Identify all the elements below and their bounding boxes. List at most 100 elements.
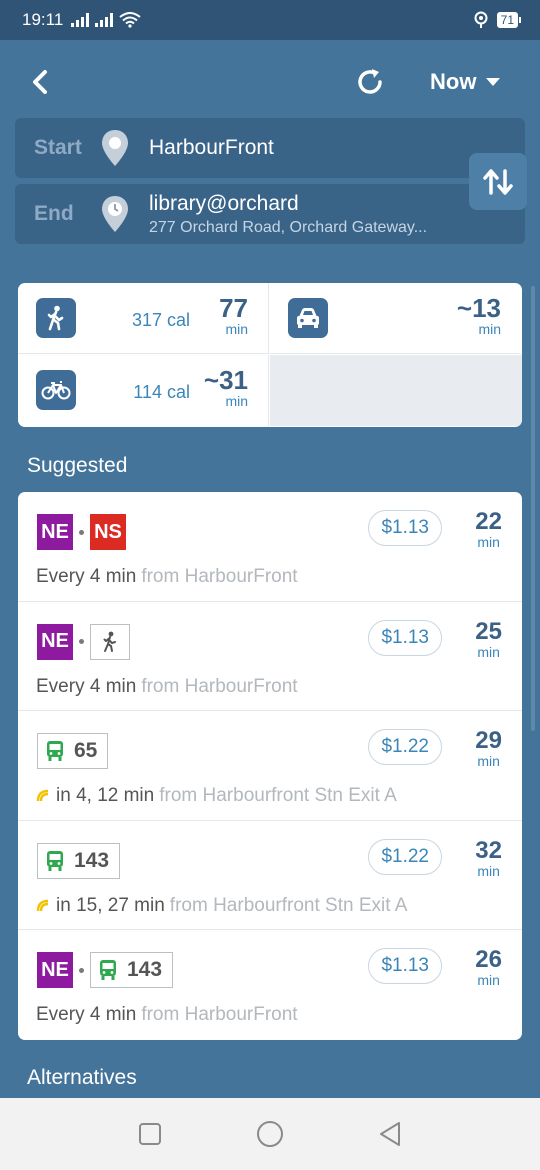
route-item[interactable]: NE $1.13 25 min Every 4 min from Harbour… xyxy=(18,602,522,712)
bus-number: 65 xyxy=(74,739,98,763)
route-duration-value: 22 xyxy=(475,508,502,535)
route-origin: from Harbourfront Stn Exit A xyxy=(159,785,397,807)
wifi-icon xyxy=(119,12,141,28)
route-info: in 4, 12 min from Harbourfront Stn Exit … xyxy=(36,785,397,807)
fare-pill: $1.22 xyxy=(368,729,442,766)
bus-icon xyxy=(100,960,116,981)
route-badges: NE NS xyxy=(37,514,126,550)
bus-icon xyxy=(47,850,63,871)
travel-modes-card: 317 cal 77 min ~13 min 114 cal ~31 min xyxy=(18,283,522,427)
signal-icon xyxy=(71,13,90,27)
end-label: End xyxy=(34,202,74,225)
taxi-icon xyxy=(288,298,328,338)
route-item[interactable]: NE NS $1.13 22 min Every 4 min from Harb… xyxy=(18,492,522,602)
walk-duration-value: 77 xyxy=(219,293,248,323)
fare-pill: $1.13 xyxy=(368,510,442,546)
route-duration: 25 min xyxy=(475,617,502,660)
fare-pill: $1.22 xyxy=(368,838,442,875)
bike-calories: 114 cal xyxy=(133,382,190,402)
route-origin: from HarbourFront xyxy=(141,566,298,587)
route-info: Every 4 min from HarbourFront xyxy=(36,566,298,588)
route-info: Every 4 min from HarbourFront xyxy=(36,1004,298,1026)
caret-down-icon xyxy=(486,78,501,86)
swap-button[interactable] xyxy=(469,153,527,210)
route-badges: 143 xyxy=(37,842,121,879)
end-value: library@orchard xyxy=(149,191,299,215)
status-bar: 19:11 71 xyxy=(0,0,540,40)
scrollbar[interactable] xyxy=(531,286,535,731)
route-item[interactable]: NE 143 $1.13 26 min Every 4 min from Har… xyxy=(18,930,522,1040)
route-frequency: in 15, 27 min xyxy=(56,894,165,916)
alternatives-heading: Alternatives xyxy=(27,1066,137,1089)
refresh-icon xyxy=(358,69,382,94)
route-item[interactable]: 65 $1.22 29 min in 4, 12 min from Harbou… xyxy=(18,711,522,821)
refresh-button[interactable] xyxy=(352,62,388,102)
start-field[interactable]: Start HarbourFront xyxy=(15,118,525,178)
bus-number: 143 xyxy=(127,958,163,982)
route-item[interactable]: 143 $1.22 32 min in 15, 27 min from Harb… xyxy=(18,821,522,931)
separator-dot xyxy=(79,967,84,973)
route-duration-value: 25 xyxy=(475,617,502,645)
status-time: 19:11 xyxy=(22,10,64,29)
separator-dot xyxy=(79,639,84,645)
walk-leg-icon xyxy=(90,623,130,660)
time-selector-dropdown[interactable]: Now xyxy=(430,66,501,98)
mode-taxi[interactable]: ~13 min xyxy=(270,283,521,354)
location-pin-icon xyxy=(95,128,135,168)
realtime-signal-icon xyxy=(36,789,49,802)
back-button[interactable] xyxy=(22,62,58,102)
circle-icon xyxy=(257,1121,283,1147)
route-duration-unit: min xyxy=(477,972,500,989)
route-duration-value: 26 xyxy=(475,946,502,974)
back-nav-button[interactable] xyxy=(370,1114,410,1154)
route-frequency: Every 4 min xyxy=(36,675,137,697)
realtime-signal-icon xyxy=(36,899,49,911)
taxi-duration-unit: min xyxy=(478,321,501,337)
bus-number: 143 xyxy=(74,848,110,872)
ns-line-badge: NS xyxy=(90,514,126,550)
taxi-duration-value: ~13 xyxy=(456,293,501,323)
route-duration: 22 min xyxy=(475,508,502,550)
route-info: Every 4 min from HarbourFront xyxy=(36,676,298,698)
route-duration-unit: min xyxy=(477,862,500,879)
route-duration-value: 32 xyxy=(475,836,502,864)
bus-icon xyxy=(47,741,63,762)
square-icon xyxy=(139,1123,161,1145)
mode-bike[interactable]: 114 cal ~31 min xyxy=(18,355,269,426)
top-bar: Now xyxy=(0,40,540,122)
clock-pin-icon xyxy=(95,194,135,234)
bike-duration-unit: min xyxy=(225,393,248,409)
route-duration-unit: min xyxy=(477,643,500,660)
bus-service-badge: 65 xyxy=(37,733,109,770)
route-frequency: Every 4 min xyxy=(36,566,137,587)
suggested-routes-list: NE NS $1.13 22 min Every 4 min from Harb… xyxy=(18,492,522,1040)
route-frequency: in 4, 12 min xyxy=(56,785,155,807)
fare-pill: $1.13 xyxy=(368,619,442,656)
end-field[interactable]: End library@orchard 277 Orchard Road, Or… xyxy=(15,184,525,244)
route-duration: 26 min xyxy=(475,946,502,989)
walk-icon xyxy=(36,298,76,338)
route-origin: from Harbourfront Stn Exit A xyxy=(169,894,408,916)
mode-empty-cell xyxy=(270,355,522,426)
bike-duration-value: ~31 xyxy=(203,365,248,395)
battery-indicator: 71 xyxy=(496,12,522,28)
location-status-icon xyxy=(474,11,488,28)
suggested-heading: Suggested xyxy=(27,454,128,477)
route-duration: 32 min xyxy=(475,836,502,879)
route-duration: 29 min xyxy=(475,729,502,769)
walk-calories: 317 cal xyxy=(131,310,190,330)
route-badges: NE xyxy=(37,623,130,660)
route-frequency: Every 4 min xyxy=(36,1004,137,1026)
recents-button[interactable] xyxy=(130,1114,170,1154)
ne-line-badge: NE xyxy=(37,952,73,989)
bus-service-badge: 143 xyxy=(37,842,121,879)
start-value: HarbourFront xyxy=(149,136,274,159)
route-badges: NE 143 xyxy=(37,952,174,989)
home-button[interactable] xyxy=(250,1114,290,1154)
chevron-left-icon xyxy=(33,70,47,94)
route-info: in 15, 27 min from Harbourfront Stn Exit… xyxy=(36,895,407,917)
bus-service-badge: 143 xyxy=(90,952,174,989)
mode-walk[interactable]: 317 cal 77 min xyxy=(18,283,269,354)
walk-duration: 77 min xyxy=(219,295,248,336)
separator-dot xyxy=(79,529,84,535)
